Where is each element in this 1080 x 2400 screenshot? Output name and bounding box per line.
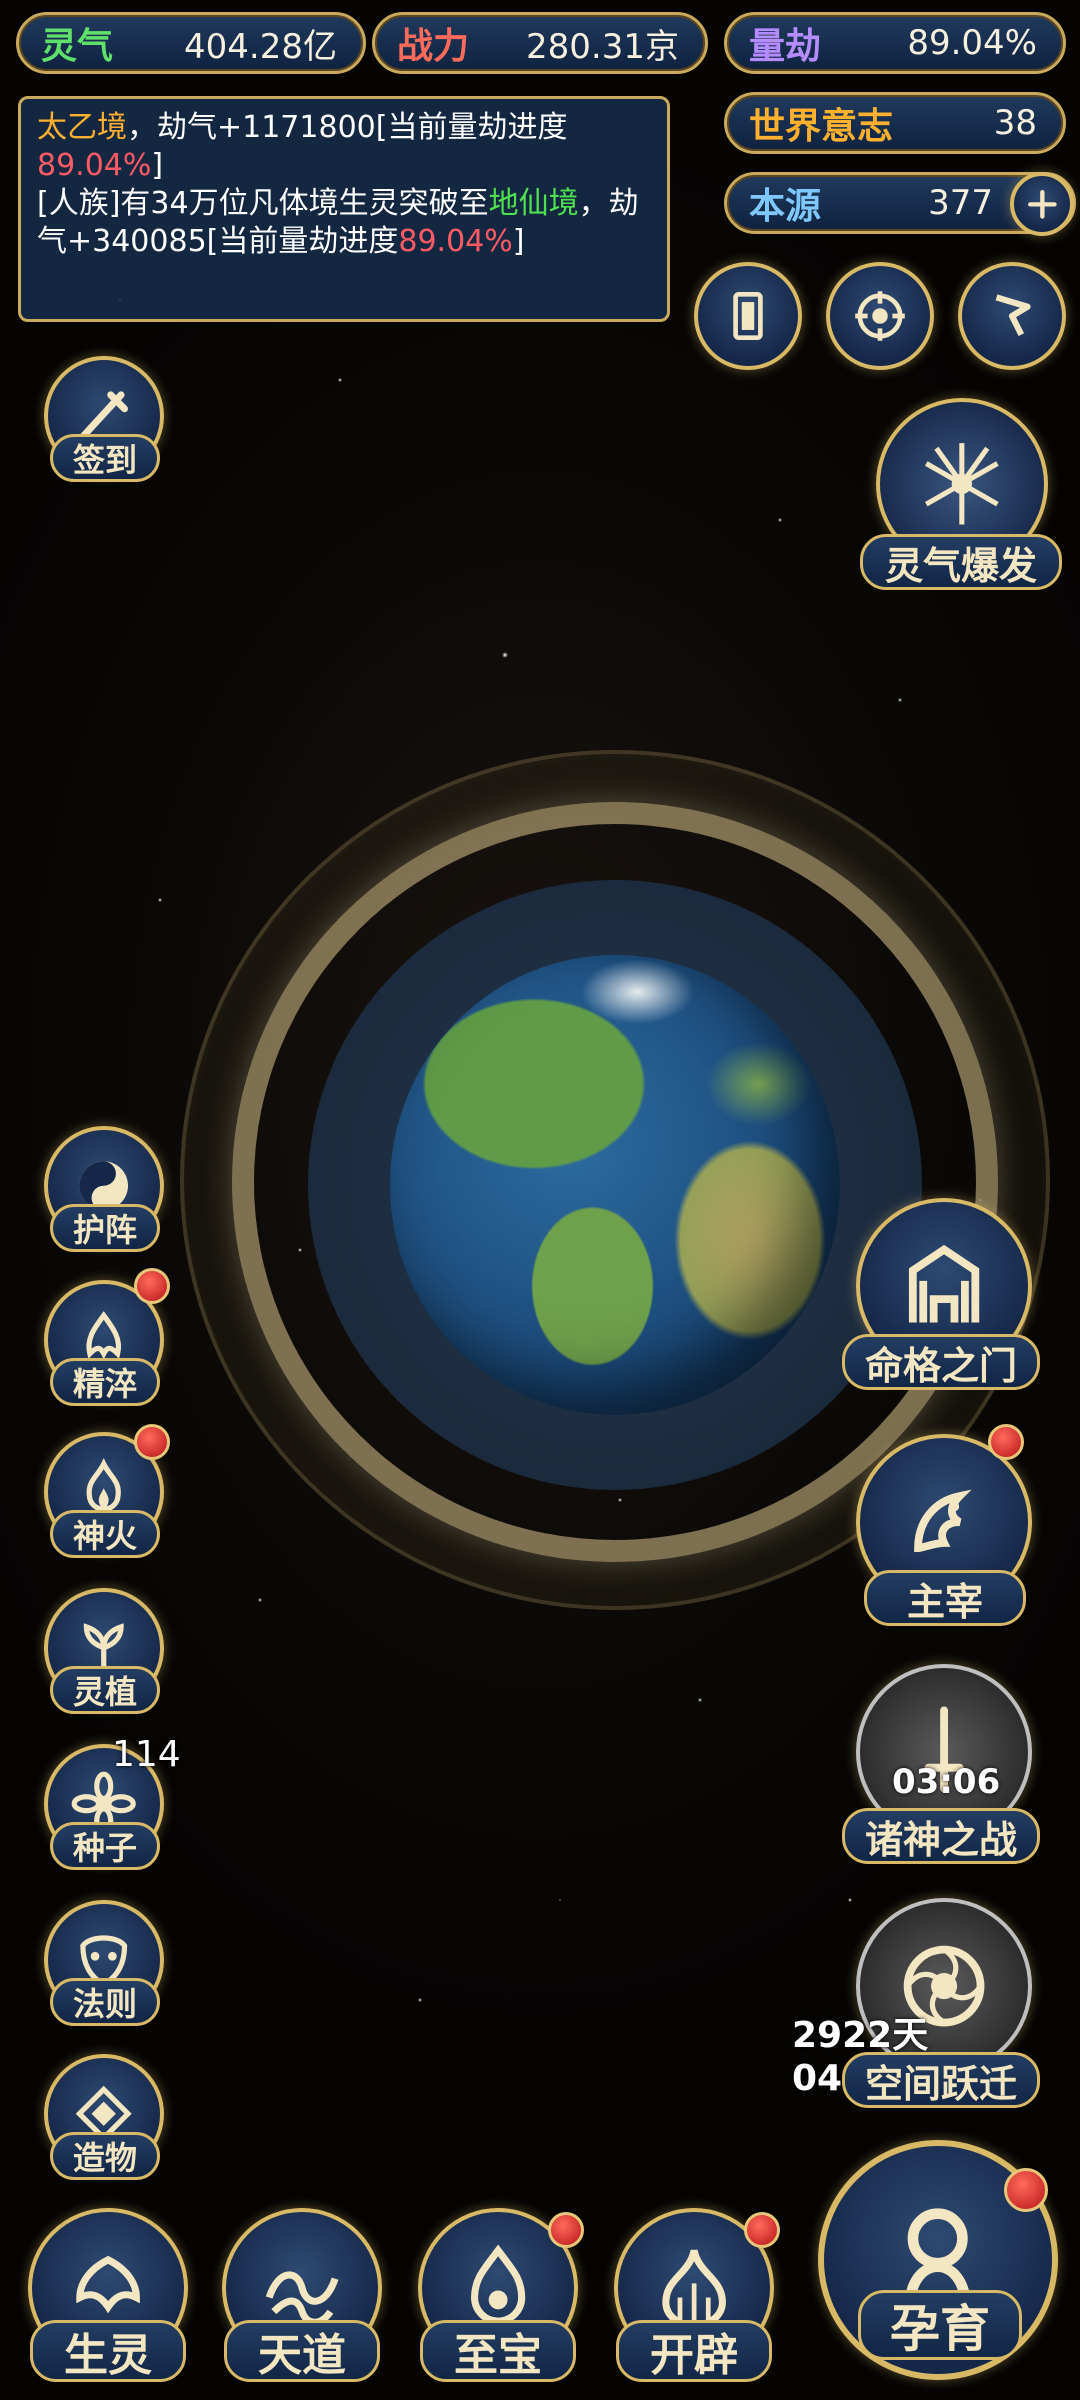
card-icon[interactable] xyxy=(694,262,802,370)
divine-fire-button[interactable]: 神火 xyxy=(50,1510,160,1558)
log-realm-dixian: 地仙境 xyxy=(488,186,579,221)
stat-shijie-yizhi[interactable]: 世界意志 38 xyxy=(724,92,1066,154)
nav-creatures[interactable]: 生灵 xyxy=(30,2320,186,2382)
fate-gate-button[interactable]: 命格之门 xyxy=(842,1334,1040,1390)
stat-zhanli-label: 战力 xyxy=(397,25,470,67)
ruler-button[interactable]: 主宰 xyxy=(864,1570,1026,1626)
plus-icon[interactable] xyxy=(1010,172,1074,236)
planet-earth[interactable] xyxy=(390,955,840,1415)
nav-treasure[interactable]: 至宝 xyxy=(420,2320,576,2382)
stat-benyuan-value: 377 xyxy=(928,183,993,223)
event-log: 太乙境，劫气+1171800[当前量劫进度 89.04%] [人族]有34万位凡… xyxy=(18,96,670,322)
seed-button[interactable]: 种子 xyxy=(50,1822,160,1870)
stat-shijie-label: 世界意志 xyxy=(749,105,894,147)
log-text: [人族]有34万位凡体境生灵突破至 xyxy=(37,186,489,221)
notification-badge xyxy=(548,2212,584,2248)
log-line-1: 太乙境，劫气+1171800[当前量劫进度 89.04%] xyxy=(37,109,651,185)
spirit-burst-button[interactable]: 灵气爆发 xyxy=(860,534,1062,590)
log-progress: 89.04% xyxy=(37,148,152,183)
log-line-2: [人族]有34万位凡体境生灵突破至地仙境，劫气+340085[当前量劫进度89.… xyxy=(37,185,651,261)
checkin-button[interactable]: 签到 xyxy=(50,434,160,482)
stat-zhanli[interactable]: 战力 280.31京 xyxy=(372,12,708,74)
gods-war-button[interactable]: 诸神之战 xyxy=(842,1808,1040,1864)
log-text: ] xyxy=(151,148,164,183)
creation-button[interactable]: 造物 xyxy=(50,2132,160,2180)
law-button[interactable]: 法则 xyxy=(50,1978,160,2026)
log-text: ] xyxy=(512,224,525,259)
notification-badge xyxy=(134,1268,170,1304)
stat-shijie-value: 38 xyxy=(993,103,1037,143)
log-progress: 89.04% xyxy=(398,224,513,259)
gods-war-timer: 03:06 xyxy=(892,1762,1001,1802)
stat-zhanli-value: 280.31京 xyxy=(526,26,679,67)
notification-badge xyxy=(1004,2168,1048,2212)
nav-genesis[interactable]: 开辟 xyxy=(616,2320,772,2382)
stat-liangjie-value: 89.04% xyxy=(907,23,1037,63)
swirl-icon[interactable] xyxy=(826,262,934,370)
flag-icon[interactable] xyxy=(958,262,1066,370)
formation-button[interactable]: 护阵 xyxy=(50,1204,160,1252)
notification-badge xyxy=(134,1424,170,1460)
nav-heavenly-dao[interactable]: 天道 xyxy=(224,2320,380,2382)
nav-nurture[interactable]: 孕育 xyxy=(858,2290,1022,2360)
refine-button[interactable]: 精淬 xyxy=(50,1358,160,1406)
spirit-plant-button[interactable]: 灵植 xyxy=(50,1666,160,1714)
log-realm-taiyi: 太乙境 xyxy=(37,110,127,145)
seed-count: 114 xyxy=(112,1734,181,1775)
stat-lingqi-label: 灵气 xyxy=(41,25,114,67)
space-jump-button[interactable]: 空间跃迁 xyxy=(842,2052,1040,2108)
notification-badge xyxy=(988,1424,1024,1460)
stat-liangjie-label: 量劫 xyxy=(749,25,822,67)
stat-lingqi-value: 404.28亿 xyxy=(184,26,337,67)
stat-lingqi[interactable]: 灵气 404.28亿 xyxy=(16,12,366,74)
log-text: ，劫气+1171800[当前量劫进度 xyxy=(127,110,568,145)
stat-liangjie[interactable]: 量劫 89.04% xyxy=(724,12,1066,74)
notification-badge xyxy=(744,2212,780,2248)
stat-benyuan-label: 本源 xyxy=(749,185,822,227)
